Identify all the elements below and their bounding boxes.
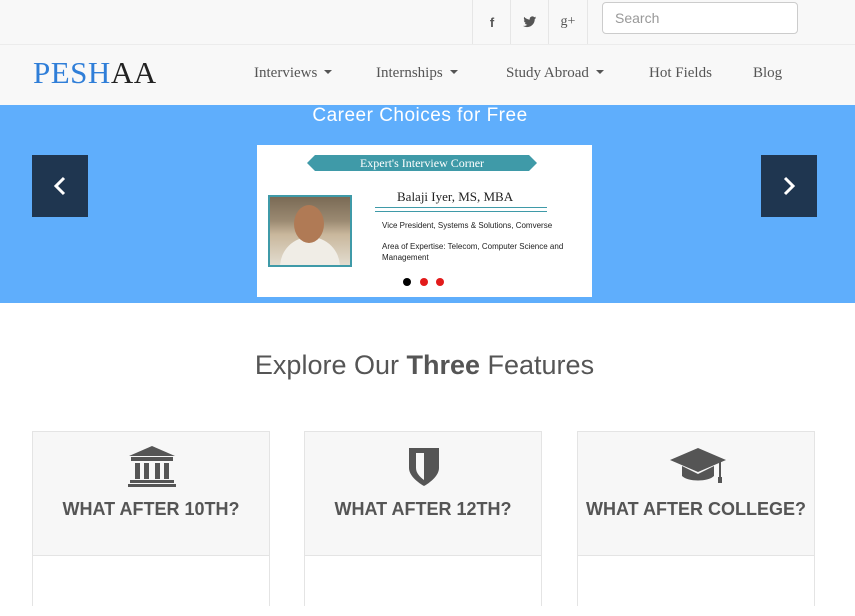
card-body bbox=[33, 555, 269, 616]
carousel-indicator[interactable] bbox=[436, 278, 444, 286]
caret-down-icon bbox=[595, 70, 604, 74]
nav-blog[interactable]: Blog bbox=[753, 65, 782, 82]
feature-title: WHAT AFTER COLLEGE? bbox=[586, 499, 806, 519]
nav-interviews[interactable]: Interviews bbox=[254, 65, 333, 82]
carousel-prev-button[interactable] bbox=[32, 155, 88, 217]
carousel-next-button[interactable] bbox=[761, 155, 817, 217]
nav-hot-fields[interactable]: Hot Fields bbox=[649, 65, 712, 82]
hero-title: Career Choices for Free bbox=[312, 105, 528, 126]
nav-internships[interactable]: Internships bbox=[376, 65, 458, 82]
graduation-cap-icon bbox=[670, 448, 726, 483]
search-input[interactable] bbox=[602, 2, 798, 34]
googleplus-link[interactable]: g+ bbox=[548, 0, 588, 44]
feature-card-10th[interactable]: WHAT AFTER 10TH? bbox=[32, 431, 270, 616]
shield-icon bbox=[409, 448, 439, 486]
carousel-slide[interactable]: Expert's Interview Corner Balaji Iyer, M… bbox=[257, 145, 592, 297]
feature-title: WHAT AFTER 10TH? bbox=[62, 499, 240, 519]
caret-down-icon bbox=[324, 70, 333, 74]
feature-card-12th[interactable]: WHAT AFTER 12TH? bbox=[304, 431, 542, 616]
expert-role: Vice President, Systems & Solutions, Com… bbox=[382, 221, 553, 230]
main-navbar: PESHAA Interviews Internships Study Abro… bbox=[0, 44, 855, 105]
expert-name: Balaji Iyer, MS, MBA bbox=[397, 189, 514, 204]
features-heading: Explore Our Three Features bbox=[254, 350, 595, 380]
site-logo[interactable]: PESHAA bbox=[33, 55, 157, 91]
nav-study-abroad[interactable]: Study Abroad bbox=[506, 65, 604, 82]
twitter-icon bbox=[523, 16, 537, 28]
carousel-indicator[interactable] bbox=[420, 278, 428, 286]
chevron-right-icon bbox=[783, 176, 796, 196]
top-bar: f g+ bbox=[0, 0, 855, 44]
divider bbox=[375, 207, 547, 212]
expert-photo bbox=[268, 195, 352, 267]
card-body bbox=[305, 555, 541, 616]
facebook-link[interactable]: f bbox=[472, 0, 511, 44]
feature-title: WHAT AFTER 12TH? bbox=[334, 499, 512, 519]
hero-carousel: Career Choices for Free Expert's Intervi… bbox=[0, 105, 855, 303]
expert-area: Area of Expertise: Telecom, Computer Sci… bbox=[382, 242, 564, 262]
feature-card-college[interactable]: WHAT AFTER COLLEGE? bbox=[577, 431, 815, 616]
googleplus-icon: g+ bbox=[560, 14, 576, 29]
facebook-icon: f bbox=[489, 14, 495, 30]
card-body bbox=[578, 555, 814, 616]
bank-icon bbox=[128, 446, 176, 487]
twitter-link[interactable] bbox=[510, 0, 549, 44]
slide-ribbon: Expert's Interview Corner bbox=[307, 155, 537, 171]
carousel-indicator[interactable] bbox=[403, 278, 411, 286]
caret-down-icon bbox=[449, 70, 458, 74]
chevron-left-icon bbox=[53, 176, 66, 196]
